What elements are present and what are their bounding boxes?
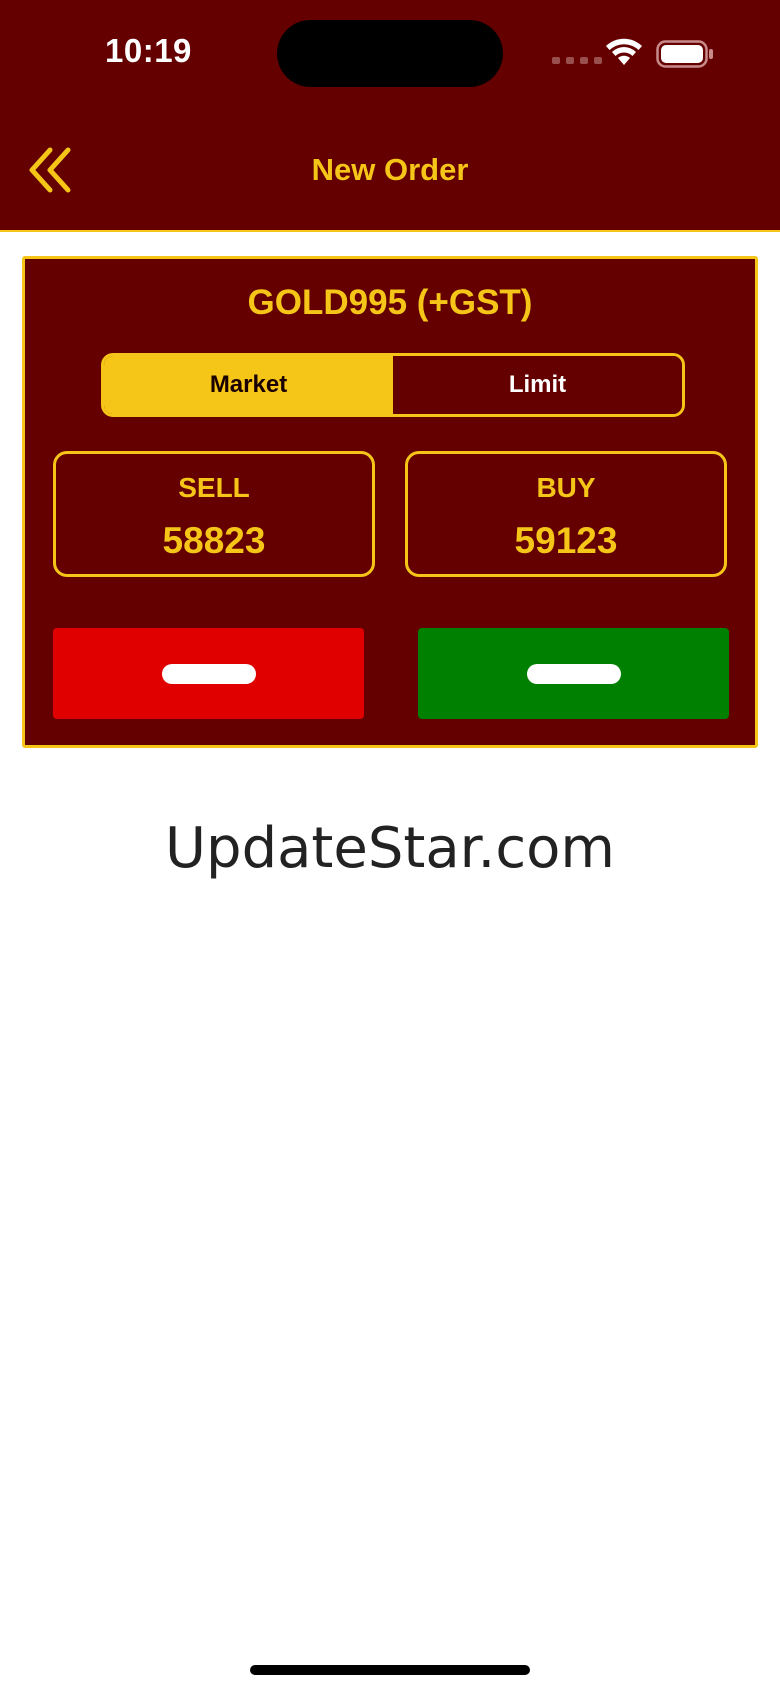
buy-button[interactable] [418,628,729,719]
battery-icon [656,40,713,68]
sell-price-box[interactable]: SELL 58823 [53,451,375,577]
home-indicator [250,1665,530,1675]
dynamic-island [277,20,503,87]
buy-price-box[interactable]: BUY 59123 [405,451,727,577]
sell-button[interactable] [53,628,364,719]
wifi-icon [606,38,642,65]
watermark: UpdateStar.com [165,816,615,881]
redacted-label-pill [527,664,621,684]
symbol-title: GOLD995 (+GST) [247,283,533,322]
sell-price: 58823 [162,520,266,561]
page-title: New Order [311,152,469,187]
order-type-segmented-control: Market Limit [101,353,685,417]
status-icons [552,38,714,68]
status-time: 10:19 [105,32,192,69]
cellular-signal-icon [552,57,602,64]
top-app-bar: 10:19 New Order [0,0,780,232]
tab-limit[interactable]: Limit [393,356,682,414]
redacted-label-pill [162,664,256,684]
sell-label: SELL [178,472,250,503]
buy-label: BUY [536,472,596,503]
order-card: GOLD995 (+GST) Market Limit SELL 58823 B… [22,256,758,748]
tab-market[interactable]: Market [104,356,393,414]
buy-price: 59123 [514,520,618,561]
